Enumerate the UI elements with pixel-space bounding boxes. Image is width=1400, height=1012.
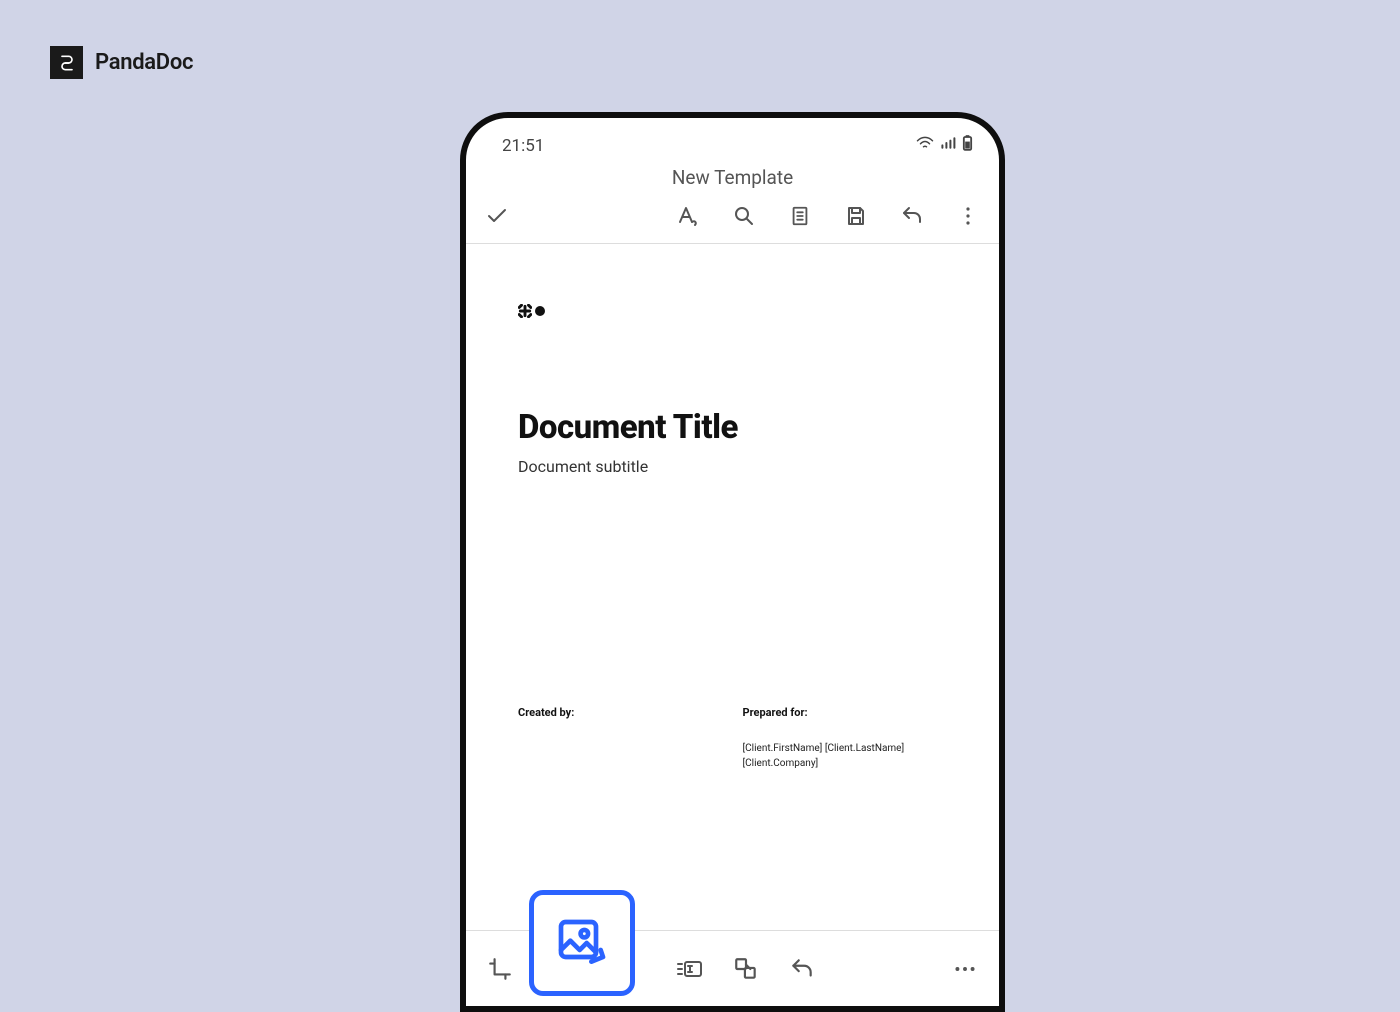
- status-time: 21:51: [502, 136, 544, 156]
- battery-icon: [962, 134, 973, 156]
- doc-shapes-icon: [518, 304, 947, 318]
- created-by-section: Created by:: [518, 706, 723, 771]
- prepared-for-company[interactable]: [Client.Company]: [743, 756, 948, 771]
- prepared-for-section: Prepared for: [Client.FirstName] [Client…: [743, 706, 948, 771]
- signal-icon: [940, 135, 956, 155]
- bottom-toolbar: [466, 930, 999, 1006]
- status-bar: 21:51: [466, 118, 999, 158]
- undo-bottom-button[interactable]: [788, 955, 816, 983]
- more-menu-button[interactable]: [955, 203, 981, 229]
- brand-name: PandaDoc: [95, 50, 193, 75]
- shapes-button[interactable]: [732, 955, 760, 983]
- save-button[interactable]: [843, 203, 869, 229]
- prepared-for-name[interactable]: [Client.FirstName] [Client.LastName]: [743, 741, 948, 756]
- document-subtitle[interactable]: Document subtitle: [518, 457, 947, 476]
- undo-button[interactable]: [899, 203, 925, 229]
- search-button[interactable]: [731, 203, 757, 229]
- document-title[interactable]: Document Title: [518, 408, 947, 447]
- phone-frame: 21:51 New Template: [460, 112, 1005, 1012]
- pandadoc-logo-icon: [50, 46, 83, 79]
- wifi-icon: [916, 135, 934, 155]
- crop-button[interactable]: [486, 955, 514, 983]
- document-canvas[interactable]: Document Title Document subtitle Created…: [466, 244, 999, 771]
- created-by-label: Created by:: [518, 706, 723, 719]
- status-indicators: [916, 134, 973, 156]
- confirm-button[interactable]: [484, 203, 510, 229]
- app-title: New Template: [466, 158, 999, 203]
- brand-header: PandaDoc: [50, 46, 193, 79]
- image-tool-selected[interactable]: [529, 890, 635, 996]
- page-view-button[interactable]: [787, 203, 813, 229]
- top-toolbar: [466, 203, 999, 244]
- text-style-button[interactable]: [675, 203, 701, 229]
- prepared-for-label: Prepared for:: [743, 706, 948, 719]
- fields-button[interactable]: [676, 955, 704, 983]
- more-bottom-button[interactable]: [951, 955, 979, 983]
